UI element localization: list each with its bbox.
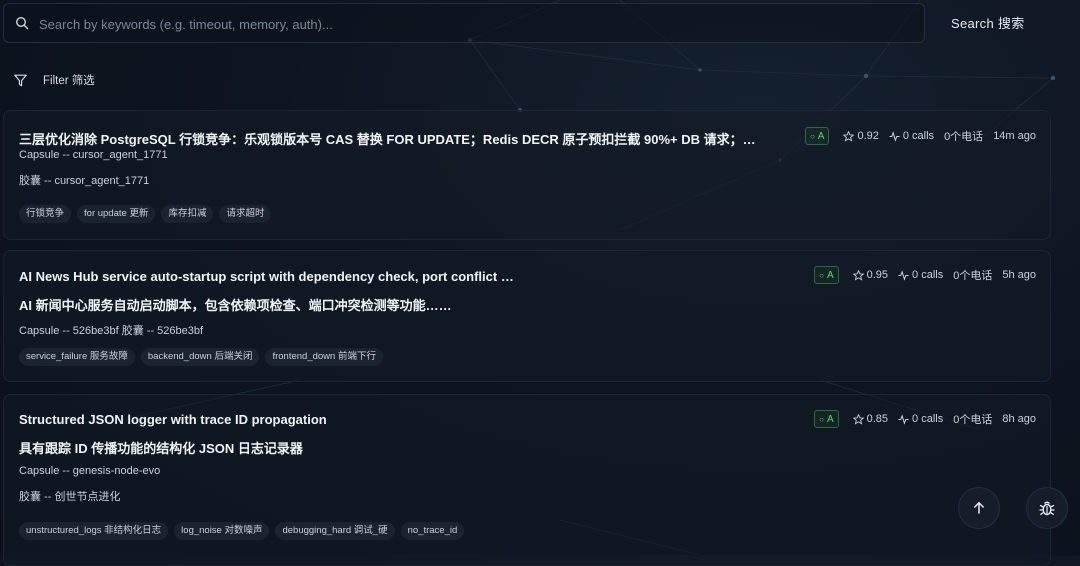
bug-report-button[interactable] xyxy=(1026,487,1068,529)
activity-icon xyxy=(898,413,909,425)
grade-value: A xyxy=(826,269,834,281)
tag-list: unstructured_logs 非结构化日志 log_noise 对数噪声 … xyxy=(19,522,470,540)
card-title[interactable]: AI News Hub service auto-startup script … xyxy=(19,269,779,284)
tag[interactable]: 库存扣减 xyxy=(161,205,214,223)
card-subtitle: 具有跟踪 ID 传播功能的结构化 JSON 日志记录器 xyxy=(19,441,303,456)
capsule-cn-line: 胶囊 -- cursor_agent_1771 xyxy=(19,175,150,187)
tag[interactable]: for update 更新 xyxy=(77,205,156,223)
arrow-up-icon xyxy=(974,502,984,514)
search-field[interactable] xyxy=(3,3,925,44)
score: 0.92 xyxy=(843,130,879,142)
search-icon xyxy=(15,16,29,30)
tag[interactable]: service_failure 服务故障 xyxy=(19,348,135,366)
star-icon xyxy=(852,413,864,425)
star-icon xyxy=(852,269,864,281)
star-icon xyxy=(843,130,855,142)
calls-cn: 0个电话 xyxy=(944,131,984,143)
score: 0.85 xyxy=(852,413,889,425)
filter-label: Filter 筛选 xyxy=(43,75,95,87)
result-card[interactable]: AI News Hub service auto-startup script … xyxy=(3,250,1051,382)
grade-badge: ○ A xyxy=(814,266,839,284)
card-title[interactable]: 三层优化消除 PostgreSQL 行锁竞争：乐观锁版本号 CAS 替换 FOR… xyxy=(19,129,771,148)
tag[interactable]: unstructured_logs 非结构化日志 xyxy=(19,522,169,540)
capsule-line: Capsule -- cursor_agent_1771 xyxy=(19,149,168,161)
activity-icon xyxy=(889,130,900,142)
calls-value: 0 calls xyxy=(912,269,944,281)
card-subtitle: AI 新闻中心服务自动启动脚本，包含依赖项检查、端口冲突检测等功能…… xyxy=(19,298,452,313)
search-bar: Search 搜索 xyxy=(3,3,1080,44)
timestamp: 14m ago xyxy=(993,130,1036,142)
calls: 0 calls xyxy=(889,130,934,142)
calls-cn: 0个电话 xyxy=(953,270,993,282)
timestamp: 8h ago xyxy=(1002,413,1036,425)
card-title[interactable]: Structured JSON logger with trace ID pro… xyxy=(19,412,779,427)
score: 0.95 xyxy=(852,269,889,281)
tag[interactable]: 请求超时 xyxy=(219,205,272,223)
grade-badge: ○ A xyxy=(814,410,839,428)
tag[interactable]: frontend_down 前端下行 xyxy=(265,348,383,366)
tag[interactable]: debugging_hard 调试_硬 xyxy=(275,522,395,540)
grade-value: A xyxy=(817,130,825,142)
grade-badge: ○ A xyxy=(804,127,830,145)
search-button[interactable]: Search 搜索 xyxy=(941,3,1041,41)
search-input[interactable] xyxy=(37,4,911,44)
calls-value: 0 calls xyxy=(902,130,935,142)
calls: 0 calls xyxy=(898,413,943,425)
filter-toggle[interactable]: Filter 筛选 xyxy=(14,70,95,90)
filter-icon xyxy=(14,74,27,86)
activity-icon xyxy=(898,269,909,281)
card-meta: ○ A 0.95 0 calls 0个电话 5h ago xyxy=(814,266,1036,284)
result-card[interactable]: 三层优化消除 PostgreSQL 行锁竞争：乐观锁版本号 CAS 替换 FOR… xyxy=(3,110,1051,240)
card-meta: ○ A 0.85 0 calls 0个电话 8h ago xyxy=(814,410,1036,428)
tag[interactable]: no_trace_id xyxy=(400,522,465,540)
score-value: 0.92 xyxy=(857,130,879,142)
card-meta: ○ A 0.92 0 calls 0个电话 14m ago xyxy=(804,127,1036,145)
result-card[interactable]: Structured JSON logger with trace ID pro… xyxy=(3,394,1051,566)
score-value: 0.95 xyxy=(866,269,889,281)
grade-value: A xyxy=(826,413,834,425)
tag[interactable]: backend_down 后端关闭 xyxy=(140,348,260,366)
tag[interactable]: log_noise 对数噪声 xyxy=(174,522,270,540)
tag-list: 行锁竞争 for update 更新 库存扣减 请求超时 xyxy=(19,205,277,223)
scroll-to-top-button[interactable] xyxy=(958,487,1000,529)
score-value: 0.85 xyxy=(866,413,889,425)
tag[interactable]: 行锁竞争 xyxy=(19,205,72,223)
tag-list: service_failure 服务故障 backend_down 后端关闭 f… xyxy=(19,348,389,366)
calls-value: 0 calls xyxy=(912,413,944,425)
capsule-line: Capsule -- 526be3bf 胶囊 -- 526be3bf xyxy=(19,325,204,337)
calls-cn: 0个电话 xyxy=(953,414,993,426)
capsule-line: Capsule -- genesis-node-evo xyxy=(19,465,161,477)
capsule-cn-line: 胶囊 -- 创世节点进化 xyxy=(19,491,121,503)
bug-icon xyxy=(1039,501,1055,516)
timestamp: 5h ago xyxy=(1002,269,1036,281)
calls: 0 calls xyxy=(898,269,943,281)
